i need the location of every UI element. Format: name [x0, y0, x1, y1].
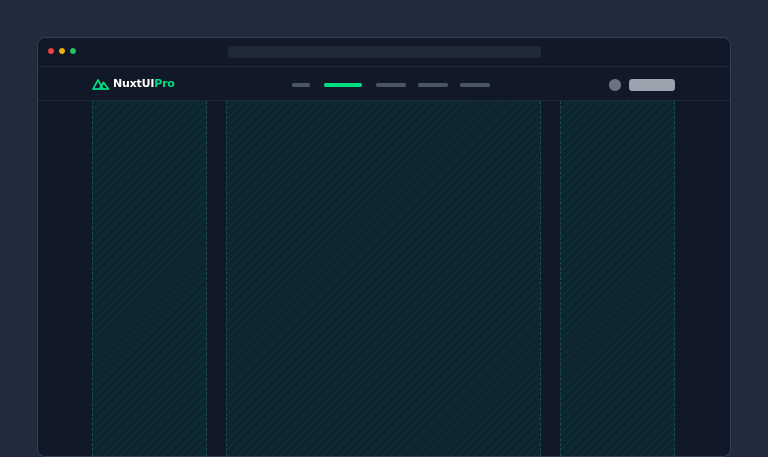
browser-window: NuxtUIPro: [37, 37, 731, 457]
address-bar[interactable]: [228, 46, 541, 58]
main-content-column: [226, 101, 541, 456]
nav-link-2-active[interactable]: [324, 83, 362, 87]
maximize-window-dot[interactable]: [70, 48, 76, 54]
nav-link-3[interactable]: [376, 83, 406, 87]
minimize-window-dot[interactable]: [59, 48, 65, 54]
close-window-dot[interactable]: [48, 48, 54, 54]
user-avatar[interactable]: [609, 79, 621, 91]
site-header: NuxtUIPro: [38, 67, 730, 101]
browser-titlebar: [38, 38, 730, 67]
left-sidebar-column: [92, 101, 207, 456]
nav-link-5[interactable]: [460, 83, 490, 87]
nav-link-4[interactable]: [418, 83, 448, 87]
header-cta-button[interactable]: [629, 79, 675, 91]
right-sidebar-column: [560, 101, 675, 456]
main-nav: [38, 67, 730, 100]
nav-link-1[interactable]: [292, 83, 310, 87]
